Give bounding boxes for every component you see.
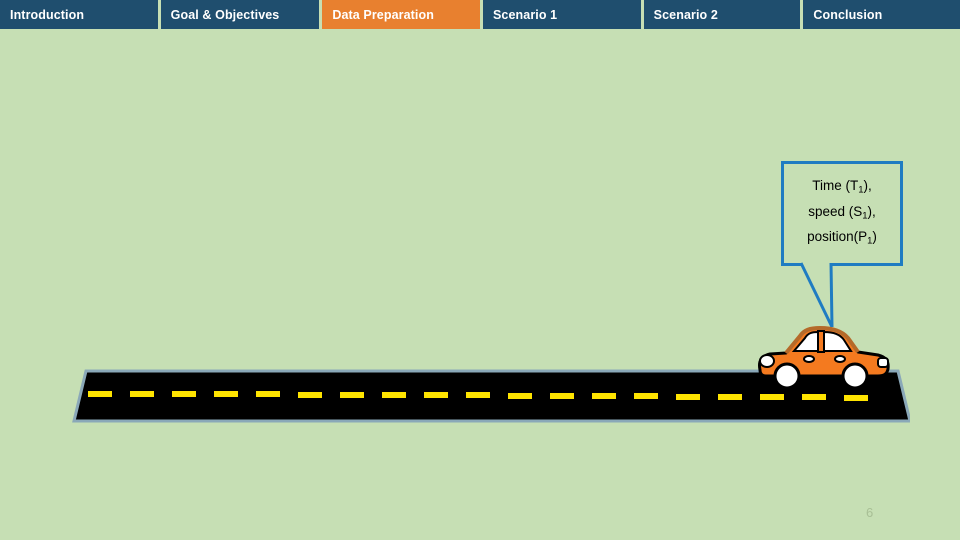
callout-line-1: Time (T1), — [812, 178, 872, 196]
nav-tab-label: Scenario 2 — [653, 7, 718, 22]
callout-line-2: speed (S1), — [808, 203, 876, 222]
car-wheel-front — [841, 362, 869, 390]
nav-tab-label: Goal & Objectives — [170, 7, 280, 22]
nav-tab-goal-objectives[interactable]: Goal & Objectives — [160, 0, 320, 29]
nav-tab-label: Conclusion — [813, 7, 883, 22]
callout-tail-right-line — [829, 262, 834, 328]
callout-line-3: position(P1) — [807, 229, 877, 247]
nav-tab-introduction[interactable]: Introduction — [0, 0, 158, 29]
car-door-handle-rear — [803, 355, 815, 363]
speech-callout-box: Time (T1), speed (S1), position(P1) — [781, 161, 903, 266]
car-door-handle-front — [834, 355, 846, 363]
slide: Introduction Goal & Objectives Data Prep… — [0, 0, 960, 540]
page-number: 6 — [866, 505, 874, 520]
nav-tab-label: Introduction — [10, 7, 85, 22]
navigation-tabs: Introduction Goal & Objectives Data Prep… — [0, 0, 960, 29]
car-taillight — [877, 357, 889, 368]
car-window-pillar — [817, 330, 825, 353]
nav-tab-label: Scenario 1 — [493, 7, 558, 22]
callout-tail-left-line — [799, 262, 834, 328]
nav-tab-label: Data Preparation — [332, 7, 434, 22]
nav-tab-scenario-1[interactable]: Scenario 1 — [483, 0, 641, 29]
car-graphic — [758, 325, 890, 390]
speech-callout-text: Time (T1), speed (S1), position(P1) — [801, 175, 883, 251]
nav-tab-scenario-2[interactable]: Scenario 2 — [643, 0, 801, 29]
nav-tab-data-preparation[interactable]: Data Preparation — [322, 0, 480, 29]
car-wheel-rear — [773, 362, 801, 390]
car-headlight — [759, 354, 775, 368]
nav-tab-conclusion[interactable]: Conclusion — [803, 0, 960, 29]
